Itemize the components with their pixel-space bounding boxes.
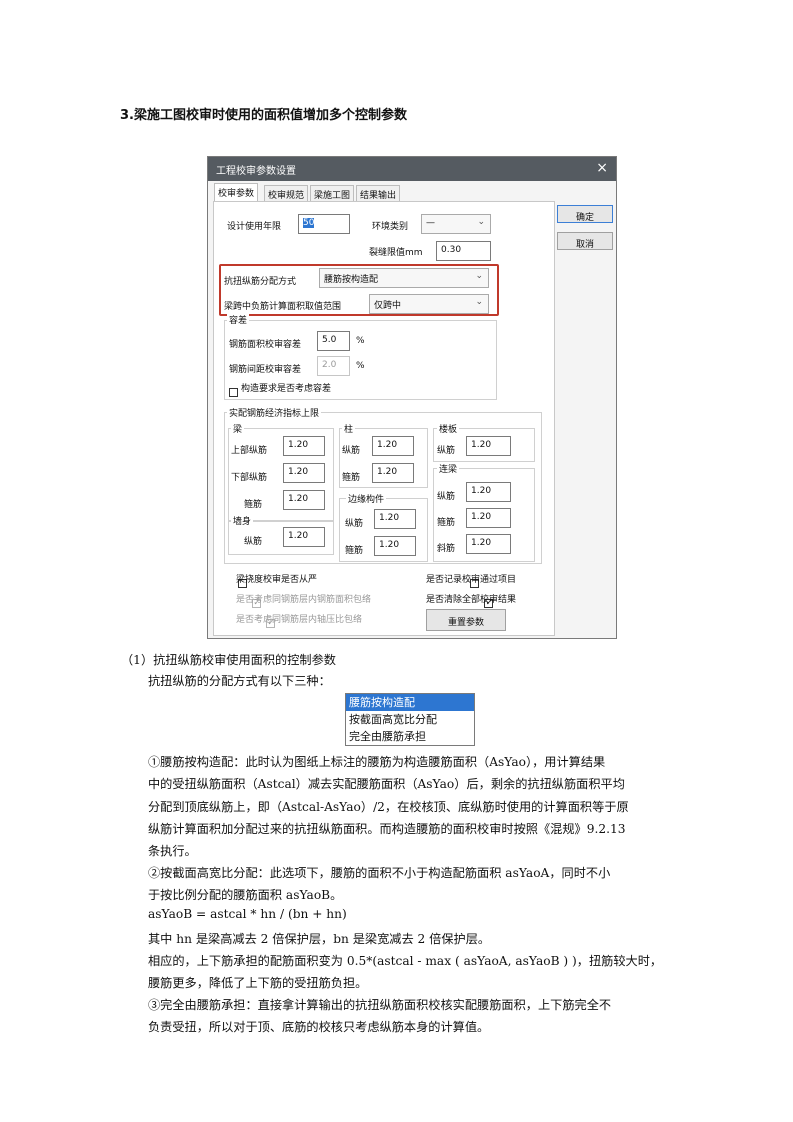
column-title: 柱 <box>342 422 356 435</box>
torsion-options-list: 腰筋按构造配 按截面高宽比分配 完全由腰筋承担 <box>345 693 475 746</box>
settings-dialog: 工程校审参数设置 × 校审参数 校审规范 梁施工图 结果输出 确定 取消 设计使… <box>207 156 617 639</box>
same-layer-axial-label: 是否考虑同钢筋层内轴压比包络 <box>236 615 363 625</box>
link-stirrup-input[interactable]: 1.20 <box>466 508 511 528</box>
list-item[interactable]: 完全由腰筋承担 <box>346 728 474 745</box>
beam-top-label: 上部纵筋 <box>231 446 268 456</box>
beam-bottom-input[interactable]: 1.20 <box>283 463 325 483</box>
list-item[interactable]: 腰筋按构造配 <box>346 694 474 711</box>
torsion-method-label: 抗扭纵筋分配方式 <box>224 277 297 287</box>
neg-rebar-range-label: 梁跨中负筋计算面积取值范围 <box>224 302 342 312</box>
chevron-down-icon: ⌄ <box>477 217 485 227</box>
column-stirrup-label: 箍筋 <box>342 473 361 483</box>
reset-params-button[interactable]: 重置参数 <box>426 609 506 631</box>
column-stirrup-input[interactable]: 1.20 <box>372 463 414 483</box>
paragraph-line: 腰筋更多，降低了上下筋的受扭筋负担。 <box>148 976 368 990</box>
deflection-label: 梁挠度校审是否从严 <box>236 575 318 585</box>
tolerance-title: 容差 <box>227 313 250 326</box>
paragraph-line: ②按截面高宽比分配：此选项下，腰筋的面积不小于构造配筋面积 asYaoA，同时不… <box>148 866 611 880</box>
edge-stirrup-label: 箍筋 <box>345 546 364 556</box>
dialog-title-bar: 工程校审参数设置 × <box>208 157 616 181</box>
record-pass-label: 是否记录校审通过项目 <box>426 575 517 585</box>
ok-button[interactable]: 确定 <box>557 205 613 223</box>
formula: asYaoB = astcal * hn / (bn + hn) <box>148 907 347 921</box>
chevron-down-icon: ⌄ <box>475 271 483 281</box>
link-long-label: 纵筋 <box>437 492 456 502</box>
spacing-tolerance-input[interactable]: 2.0 <box>317 356 350 376</box>
tab-result-output[interactable]: 结果输出 <box>356 185 401 201</box>
intro-text: 抗扭纵筋的分配方式有以下三种： <box>148 674 331 688</box>
design-life-label: 设计使用年限 <box>227 222 282 232</box>
area-tolerance-unit: % <box>356 336 365 346</box>
beam-bottom-label: 下部纵筋 <box>231 473 268 483</box>
construct-tolerance-label: 构造要求是否考虑容差 <box>241 384 332 394</box>
env-category-select[interactable]: — ⌄ <box>421 214 491 234</box>
area-tolerance-input[interactable]: 5.0 <box>317 331 350 351</box>
area-tolerance-label: 钢筋面积校审容差 <box>229 340 302 350</box>
torsion-method-select[interactable]: 腰筋按构造配 ⌄ <box>319 268 489 288</box>
link-diagonal-input[interactable]: 1.20 <box>466 534 511 554</box>
paragraph-line: 纵筋计算面积加分配过来的抗扭纵筋面积。而构造腰筋的面积校审时按照《混规》9.2.… <box>148 822 626 836</box>
section-heading: 3.梁施工图校审时使用的面积值增加多个控制参数 <box>120 108 407 123</box>
edge-long-label: 纵筋 <box>345 519 364 529</box>
column-long-label: 纵筋 <box>342 446 361 456</box>
clear-results-label: 是否清除全部校审结果 <box>426 595 517 605</box>
construct-tolerance-checkbox[interactable] <box>229 388 238 397</box>
coupling-beam-title: 连梁 <box>437 462 460 475</box>
tab-beam-drawing[interactable]: 梁施工图 <box>310 185 355 201</box>
same-layer-area-label: 是否考虑同钢筋层内钢筋面积包络 <box>236 595 372 605</box>
wall-long-label: 纵筋 <box>244 537 263 547</box>
list-item[interactable]: 按截面高宽比分配 <box>346 711 474 728</box>
spacing-tolerance-label: 钢筋间距校审容差 <box>229 365 302 375</box>
econ-title: 实配钢筋经济指标上限 <box>227 406 322 419</box>
slab-long-label: 纵筋 <box>437 446 456 456</box>
beam-title: 梁 <box>231 422 245 435</box>
beam-stirrup-input[interactable]: 1.20 <box>283 490 325 510</box>
dialog-title: 工程校审参数设置 <box>216 166 296 177</box>
paragraph-line: 其中 hn 是梁高减去 2 倍保护层，bn 是梁宽减去 2 倍保护层。 <box>148 932 491 946</box>
close-icon[interactable]: × <box>596 160 608 176</box>
env-category-label: 环境类别 <box>372 222 409 232</box>
link-stirrup-label: 箍筋 <box>437 518 456 528</box>
design-life-input[interactable]: 50 <box>298 214 350 234</box>
wall-title: 墙身 <box>231 514 254 527</box>
paragraph-line: ③完全由腰筋承担：直接拿计算输出的抗扭纵筋面积校核实配腰筋面积，上下筋完全不 <box>148 998 612 1012</box>
link-diagonal-label: 斜筋 <box>437 544 456 554</box>
neg-rebar-range-select[interactable]: 仅跨中 ⌄ <box>369 294 489 314</box>
beam-top-input[interactable]: 1.20 <box>283 436 325 456</box>
subsection-heading: （1）抗扭纵筋校审使用面积的控制参数 <box>121 653 336 667</box>
beam-stirrup-label: 箍筋 <box>244 500 263 510</box>
crack-limit-label: 裂缝限值mm <box>369 248 423 258</box>
cancel-button[interactable]: 取消 <box>557 232 613 250</box>
chevron-down-icon: ⌄ <box>475 297 483 307</box>
spacing-tolerance-unit: % <box>356 361 365 371</box>
paragraph-line: 相应的，上下筋承担的配筋面积变为 0.5*(astcal - max ( asY… <box>148 954 663 968</box>
paragraph-line: 中的受扭纵筋面积（Astcal）减去实配腰筋面积（AsYao）后，剩余的抗扭纵筋… <box>148 777 625 791</box>
params-panel: 设计使用年限 50 环境类别 — ⌄ 裂缝限值mm 0.30 抗扭纵筋分配方式 腰… <box>213 201 555 636</box>
slab-long-input[interactable]: 1.20 <box>466 436 511 456</box>
paragraph-line: ①腰筋按构造配：此时认为图纸上标注的腰筋为构造腰筋面积（AsYao），用计算结果 <box>148 755 606 769</box>
crack-limit-input[interactable]: 0.30 <box>436 241 491 261</box>
paragraph-line: 分配到顶底纵筋上，即（Astcal-AsYao）/2，在校核顶、底纵筋时使用的计… <box>148 800 629 814</box>
tab-check-params[interactable]: 校审参数 <box>214 183 259 201</box>
slab-title: 楼板 <box>437 422 460 435</box>
edge-long-input[interactable]: 1.20 <box>374 509 416 529</box>
paragraph-line: 条执行。 <box>148 844 197 858</box>
column-long-input[interactable]: 1.20 <box>372 436 414 456</box>
wall-long-input[interactable]: 1.20 <box>283 527 325 547</box>
paragraph-line: 于按比例分配的腰筋面积 asYaoB。 <box>148 888 343 902</box>
paragraph-line: 负责受扭，所以对于顶、底筋的校核只考虑纵筋本身的计算值。 <box>148 1020 490 1034</box>
link-long-input[interactable]: 1.20 <box>466 482 511 502</box>
tab-check-codes[interactable]: 校审规范 <box>264 185 309 201</box>
edge-stirrup-input[interactable]: 1.20 <box>374 536 416 556</box>
edge-member-title: 边缘构件 <box>346 492 387 505</box>
